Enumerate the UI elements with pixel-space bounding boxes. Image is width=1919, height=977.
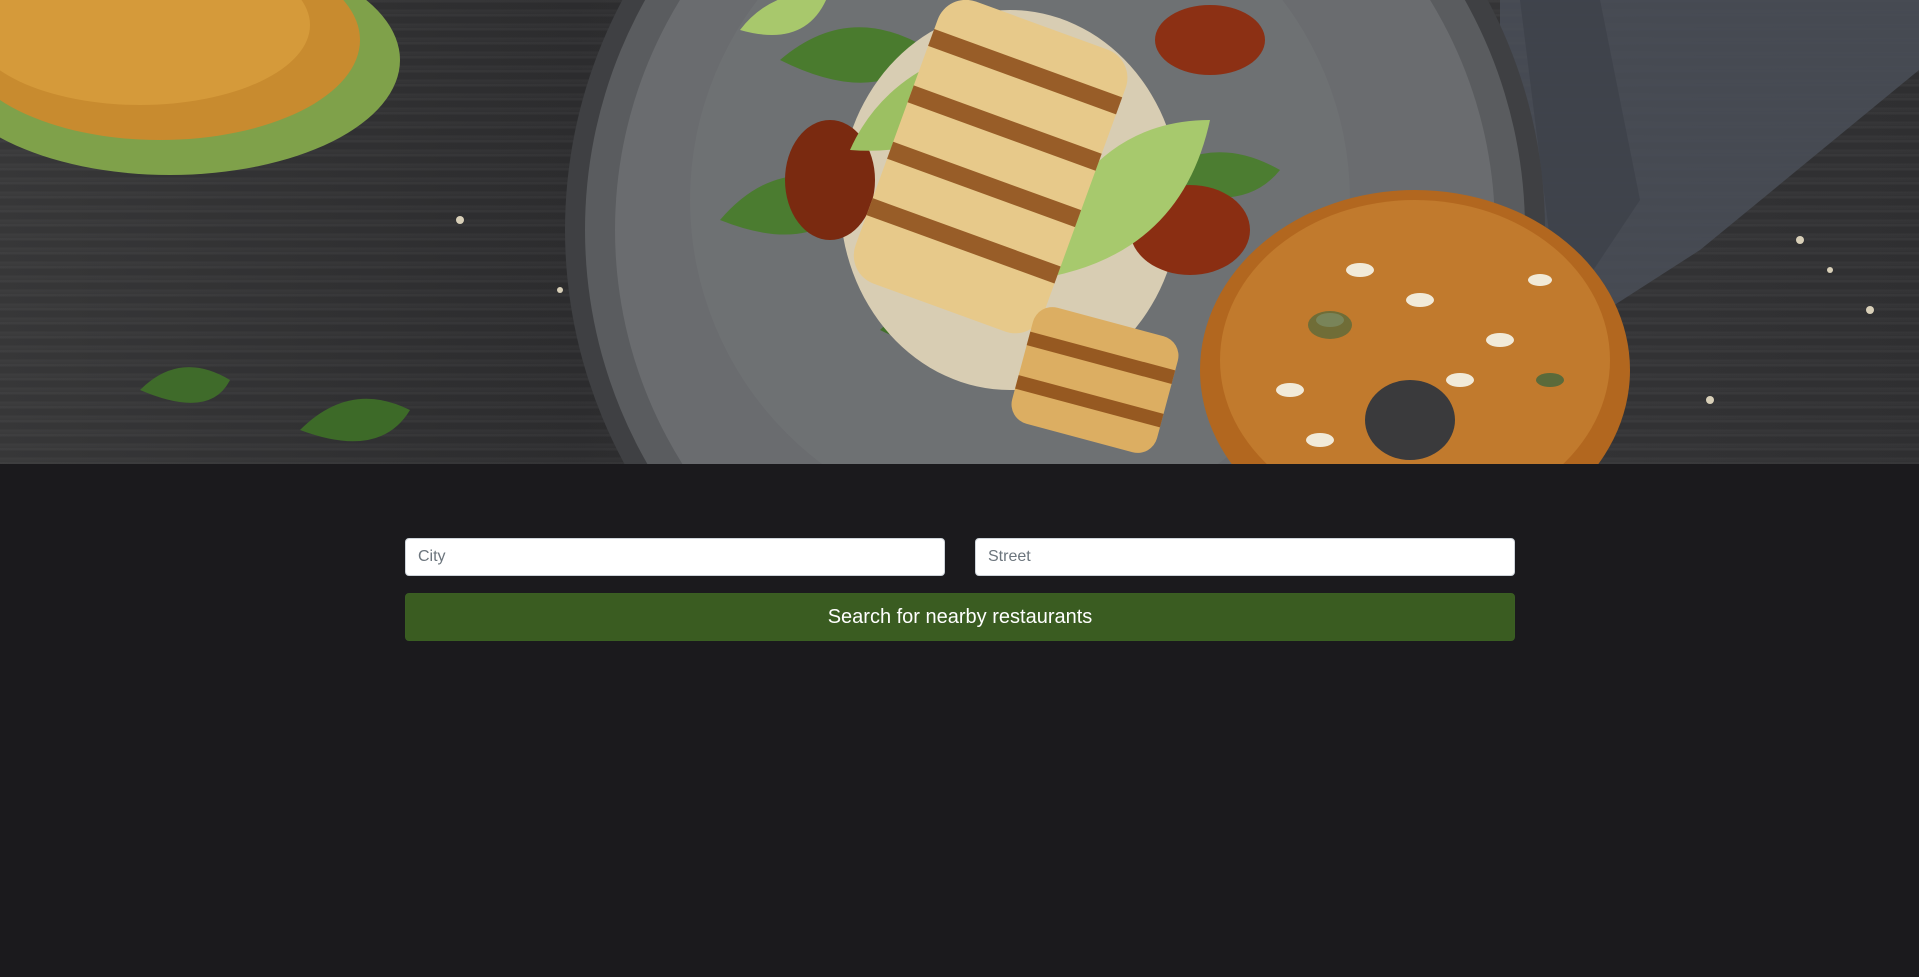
page: Search for nearby restaurants xyxy=(0,0,1919,977)
address-fields-row xyxy=(405,538,1515,576)
search-restaurants-button[interactable]: Search for nearby restaurants xyxy=(405,593,1515,641)
street-input[interactable] xyxy=(975,538,1515,576)
hero-food-illustration xyxy=(0,0,1919,464)
city-input[interactable] xyxy=(405,538,945,576)
restaurant-search-form: Search for nearby restaurants xyxy=(405,538,1515,641)
hero-banner-image xyxy=(0,0,1919,464)
